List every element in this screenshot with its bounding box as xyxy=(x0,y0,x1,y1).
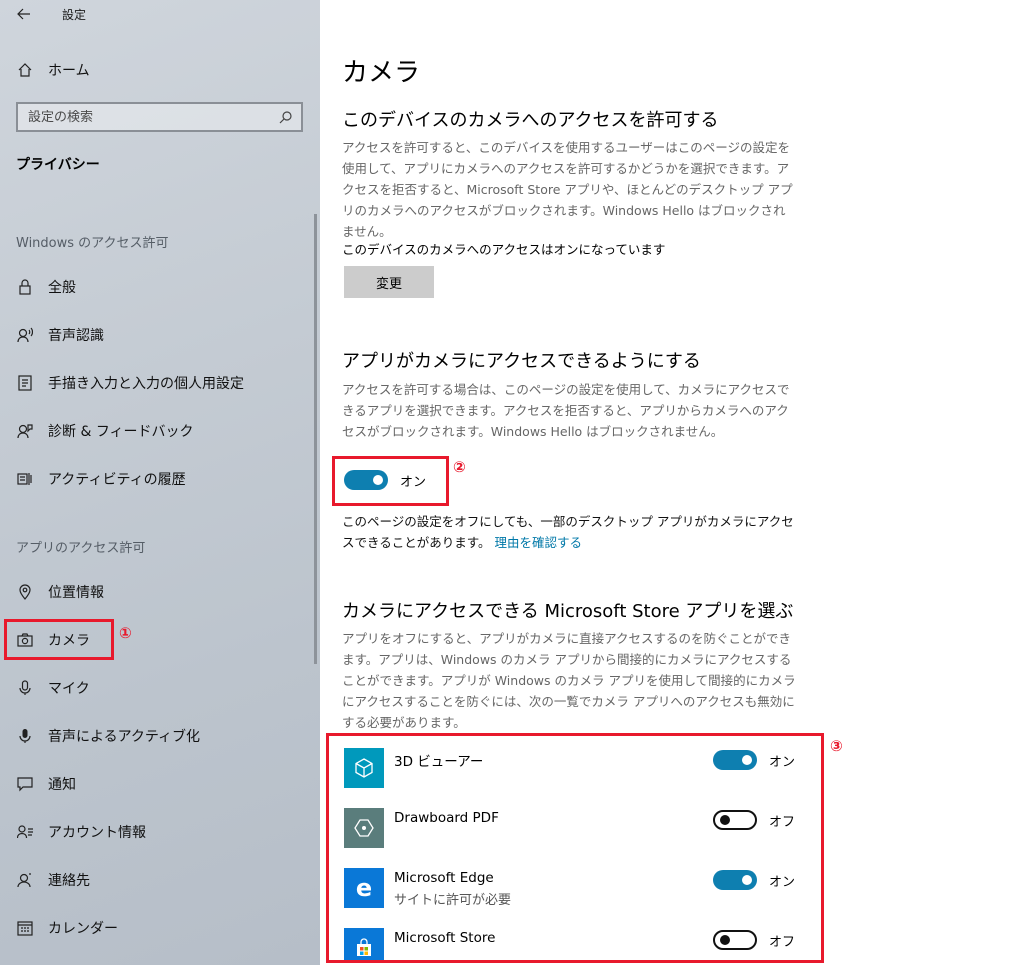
speech-icon xyxy=(16,326,34,344)
sidebar-item-contacts[interactable]: 連絡先 xyxy=(0,860,320,900)
sidebar-item-label: 全般 xyxy=(48,280,76,296)
annotation-number-3: ③ xyxy=(830,737,843,755)
voice-activation-icon xyxy=(16,727,34,745)
desktop-apps-note: このページの設定をオフにしても、一部のデスクトップ アプリがカメラにアクセスでき… xyxy=(342,511,797,553)
sidebar-item-label: アカウント情報 xyxy=(48,825,146,841)
window-title: 設定 xyxy=(62,8,87,22)
allow-apps-description: アクセスを許可する場合は、このページの設定を使用して、カメラにアクセスできるアプ… xyxy=(342,382,790,439)
sidebar-item-account-info[interactable]: アカウント情報 xyxy=(0,812,320,852)
sidebar-item-activity[interactable]: アクティビティの履歴 xyxy=(0,459,320,499)
sidebar-item-home[interactable]: ホーム xyxy=(0,50,320,90)
store-apps-description: アプリをオフにすると、アプリがカメラに直接アクセスするのを防ぐことができます。ア… xyxy=(342,631,796,730)
sidebar-item-general[interactable]: 全般 xyxy=(0,267,320,307)
back-arrow-icon xyxy=(17,8,30,20)
change-button[interactable]: 変更 xyxy=(344,266,434,298)
inking-icon xyxy=(16,374,34,392)
sidebar-item-calendar[interactable]: カレンダー xyxy=(0,908,320,948)
calendar-icon xyxy=(16,919,34,937)
annotation-number-2: ② xyxy=(453,458,466,476)
device-access-description: アクセスを許可すると、このデバイスを使用するユーザーはこのページの設定を使用して… xyxy=(342,140,793,239)
sidebar-item-label: カレンダー xyxy=(48,921,118,937)
sidebar-scrollbar[interactable] xyxy=(314,214,317,664)
page-title: カメラ xyxy=(342,58,421,88)
sidebar-item-label: アクティビティの履歴 xyxy=(48,472,186,488)
home-icon xyxy=(16,61,34,79)
device-access-status: このデバイスのカメラへのアクセスはオンになっています xyxy=(342,242,666,257)
section-title: プライバシー xyxy=(16,157,100,173)
account-info-icon xyxy=(16,823,34,841)
activity-icon xyxy=(16,470,34,488)
annotation-number-1: ① xyxy=(119,624,132,642)
sidebar-item-label: ホーム xyxy=(48,63,90,79)
sidebar-item-label: 音声によるアクティブ化 xyxy=(48,729,201,745)
group-label-windows: Windows のアクセス許可 xyxy=(16,236,169,251)
back-button[interactable] xyxy=(10,2,38,26)
microphone-icon xyxy=(16,679,34,697)
lock-icon xyxy=(16,278,34,296)
sidebar-item-label: 通知 xyxy=(48,777,76,793)
contacts-icon xyxy=(16,871,34,889)
device-access-heading: このデバイスのカメラへのアクセスを許可する xyxy=(342,110,719,131)
search-box[interactable] xyxy=(16,102,303,132)
group-label-apps: アプリのアクセス許可 xyxy=(16,541,146,556)
annotation-box-1 xyxy=(4,619,114,660)
title-bar: 設定 xyxy=(0,0,320,30)
sidebar-item-feedback[interactable]: 診断 & フィードバック xyxy=(0,411,320,451)
learn-why-link[interactable]: 理由を確認する xyxy=(495,535,583,550)
feedback-icon xyxy=(16,422,34,440)
sidebar-item-notifications[interactable]: 通知 xyxy=(0,764,320,804)
notification-icon xyxy=(16,775,34,793)
sidebar-item-label: 音声認識 xyxy=(48,328,104,344)
store-apps-heading: カメラにアクセスできる Microsoft Store アプリを選ぶ xyxy=(342,601,794,622)
location-icon xyxy=(16,583,34,601)
search-icon xyxy=(279,111,292,124)
annotation-box-2 xyxy=(332,456,449,506)
allow-apps-heading: アプリがカメラにアクセスできるようにする xyxy=(342,351,701,372)
search-input[interactable] xyxy=(28,109,258,125)
sidebar-item-label: 手描き入力と入力の個人用設定 xyxy=(48,376,244,392)
sidebar-item-speech[interactable]: 音声認識 xyxy=(0,315,320,355)
sidebar-item-microphone[interactable]: マイク xyxy=(0,668,320,708)
annotation-box-3 xyxy=(326,733,824,963)
sidebar-item-voice-activation[interactable]: 音声によるアクティブ化 xyxy=(0,716,320,756)
sidebar-item-location[interactable]: 位置情報 xyxy=(0,572,320,612)
sidebar-item-inking[interactable]: 手描き入力と入力の個人用設定 xyxy=(0,363,320,403)
sidebar-item-label: マイク xyxy=(48,681,90,697)
sidebar-item-label: 診断 & フィードバック xyxy=(48,424,194,440)
sidebar-item-label: 連絡先 xyxy=(48,873,90,889)
sidebar-item-label: 位置情報 xyxy=(48,585,104,601)
sidebar: 設定 ホーム プライバシー Windows のアクセス許可 全般 音声認識 手描… xyxy=(0,0,320,965)
